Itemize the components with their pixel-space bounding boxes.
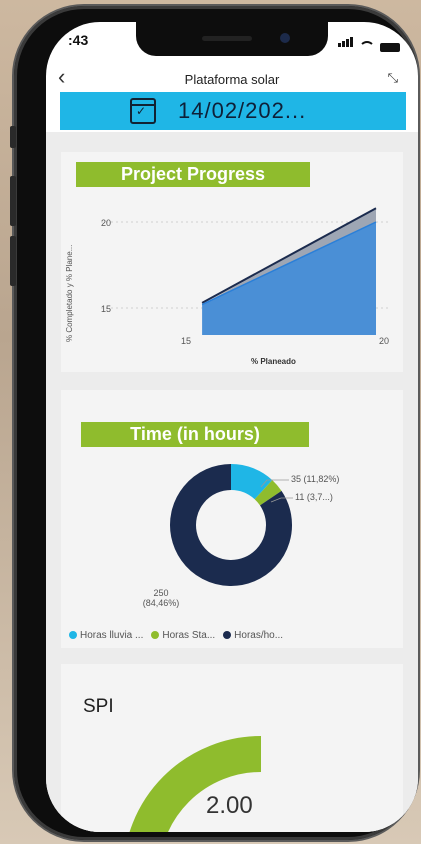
legend-dot-navy: [223, 631, 232, 640]
x-tick-15: 15: [181, 336, 192, 346]
page-title: Plataforma solar: [184, 72, 280, 87]
spi-card[interactable]: SPI 2.00: [61, 664, 403, 832]
notch: [136, 22, 328, 56]
legend-item-standby[interactable]: Horas Sta...: [151, 630, 215, 641]
area-planned: [202, 222, 376, 335]
collapse-icon[interactable]: ⤡: [388, 70, 398, 86]
silent-switch: [10, 126, 16, 148]
volume-down-button: [10, 236, 16, 286]
status-time: :43: [68, 32, 89, 48]
x-tick-20: 20: [379, 336, 390, 346]
donut-label-standby: 11 (3,7...): [295, 492, 333, 502]
time-donut-chart: [170, 464, 293, 586]
donut-label-rain: 35 (11,82%): [291, 474, 340, 484]
legend-dot-cyan: [69, 631, 77, 640]
progress-chart: [101, 207, 391, 335]
camera: [280, 33, 290, 43]
app-screen: :43 ‹ Plataforma solar ⤡ 14/02/202... Pr…: [46, 22, 418, 832]
battery-icon: [380, 43, 400, 52]
donut-slice-standby[interactable]: [254, 480, 282, 506]
date-bar[interactable]: 14/02/202...: [60, 92, 406, 130]
progress-card[interactable]: Project Progress % Completado y % Plane.…: [61, 152, 403, 372]
status-icons: [338, 34, 400, 52]
signal-icon: [338, 34, 354, 52]
x-axis-label: % Planeado: [251, 357, 296, 366]
legend-item-hours[interactable]: Horas/ho...: [223, 630, 283, 641]
progress-series: [201, 207, 377, 335]
date-label: 14/02/202...: [178, 98, 307, 123]
legend-dot-green: [151, 631, 160, 640]
speaker: [202, 36, 252, 41]
donut-slice-rain[interactable]: [230, 464, 273, 500]
y-tick-15: 15: [101, 304, 112, 314]
volume-up-button: [10, 176, 16, 226]
time-card[interactable]: Time (in hours) 35 (11,82%) 11 (3,7...) …: [61, 390, 403, 648]
donut-label-hours: 250 (84,46%): [142, 588, 180, 608]
legend-item-rain[interactable]: Horas lluvia ...: [69, 630, 143, 641]
wifi-icon: [359, 41, 375, 52]
y-tick-20: 20: [101, 218, 112, 228]
app-header: ‹ Plataforma solar ⤡: [46, 62, 418, 92]
donut-slices: [170, 464, 292, 586]
spi-value: 2.00: [206, 792, 253, 819]
donut-legend: Horas lluvia ... Horas Sta... Horas/ho..…: [69, 630, 283, 641]
calendar-check-icon: [130, 98, 156, 124]
